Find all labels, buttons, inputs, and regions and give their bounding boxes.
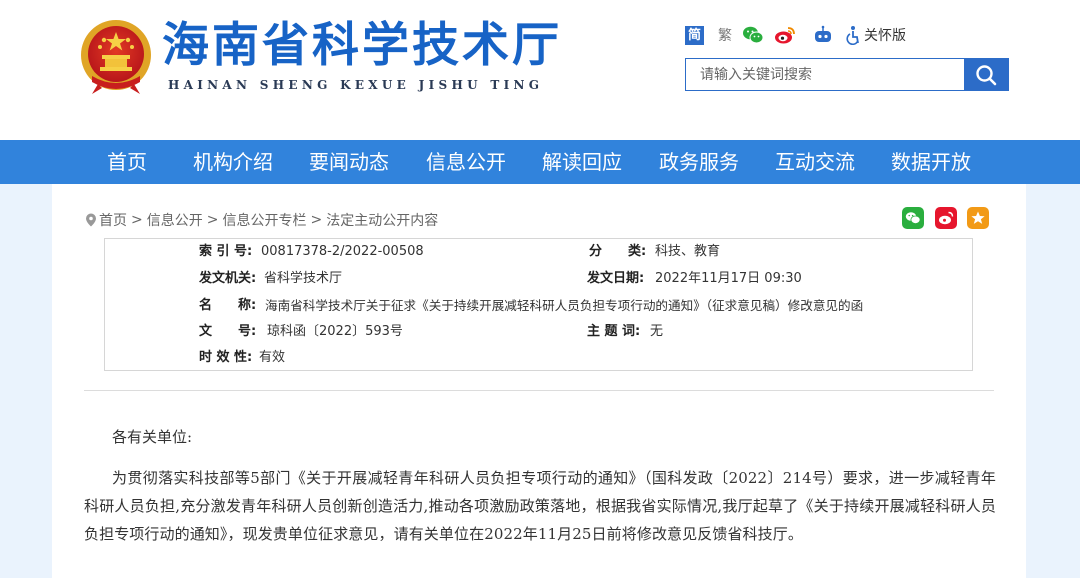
nav-item-open-data[interactable]: 数据开放 (891, 140, 971, 184)
site-header: 海南省科学技术厅 HAINAN SHENG KEXUE JISHU TING 简… (0, 0, 1080, 140)
meta-date-label: 发文日期: (587, 271, 645, 286)
meta-issuer-value: 省科学技术厅 (264, 271, 343, 286)
search-input[interactable] (686, 59, 964, 90)
location-pin-icon (86, 213, 96, 227)
nav-item-interaction[interactable]: 互动交流 (775, 140, 855, 184)
letter-salutation: 各有关单位: (112, 428, 193, 446)
meta-topic-value: 无 (650, 324, 664, 339)
breadcrumb-current[interactable]: 法定主动公开内容 (326, 210, 438, 230)
breadcrumb-home[interactable]: 首页 (99, 210, 127, 230)
content-divider (84, 390, 994, 391)
share-weibo-button[interactable] (935, 207, 957, 229)
main-nav: 首页 机构介绍 要闻动态 信息公开 解读回应 政务服务 互动交流 数据开放 (0, 140, 1080, 184)
breadcrumb-separator: > (131, 212, 143, 228)
nav-item-home[interactable]: 首页 (107, 140, 147, 184)
breadcrumb-info-disclosure[interactable]: 信息公开 (147, 210, 203, 230)
weibo-icon[interactable] (774, 25, 796, 45)
breadcrumb-separator: > (206, 212, 219, 228)
meta-name-value: 海南省科学技术厅关于征求《关于持续开展减轻科研人员负担专项行动的通知》（征求意见… (265, 298, 864, 313)
simplified-chinese-toggle[interactable]: 简 (685, 25, 704, 45)
meta-topic-label: 主 题 词: (587, 324, 641, 339)
national-emblem-icon[interactable] (78, 18, 154, 96)
care-mode-label: 关怀版 (864, 28, 906, 44)
nav-item-news[interactable]: 要闻动态 (309, 140, 389, 184)
site-title[interactable]: 海南省科学技术厅 (162, 18, 562, 74)
search-icon (976, 64, 997, 85)
meta-validity-value: 有效 (259, 350, 286, 365)
robot-icon[interactable] (812, 25, 834, 45)
meta-date-value: 2022年11月17日 09:30 (655, 271, 802, 286)
care-mode-link[interactable]: 关怀版 (844, 25, 906, 45)
wechat-icon[interactable] (742, 25, 764, 45)
letter-paragraph: 为贯彻落实科技部等5部门《关于开展减轻青年科研人员负担专项行动的通知》（国科发政… (84, 469, 996, 543)
nav-item-info-disclosure[interactable]: 信息公开 (426, 140, 506, 184)
header-tools: 简 繁 关怀版 (685, 22, 906, 48)
meta-category-value: 科技、教育 (655, 244, 721, 259)
nav-item-organization[interactable]: 机构介绍 (193, 140, 273, 184)
meta-docno-value: 琼科函〔2022〕593号 (267, 324, 403, 339)
meta-docno-label: 文 号: (199, 324, 257, 339)
meta-issuer-label: 发文机关: (199, 271, 257, 286)
nav-item-interpretation[interactable]: 解读回应 (542, 140, 622, 184)
wechat-icon (905, 212, 921, 224)
breadcrumb-separator: > (310, 212, 323, 228)
accessibility-icon (846, 26, 859, 45)
breadcrumb: 首页 > 信息公开 > 信息公开专栏 > 法定主动公开内容 (85, 210, 438, 230)
meta-validity-label: 时 效 性: (199, 350, 253, 365)
traditional-chinese-toggle[interactable]: 繁 (718, 25, 732, 45)
nav-item-services[interactable]: 政务服务 (659, 140, 739, 184)
favorite-button[interactable] (967, 207, 989, 229)
star-icon (971, 211, 985, 224)
meta-category-label: 分 类: (589, 244, 647, 259)
search-box (685, 58, 1009, 91)
weibo-icon (939, 211, 954, 225)
site-pinyin: HAINAN SHENG KEXUE JISHU TING (168, 78, 544, 92)
meta-index-label: 索 引 号: (199, 244, 253, 259)
search-button[interactable] (964, 59, 1008, 90)
breadcrumb-info-column[interactable]: 信息公开专栏 (222, 210, 306, 230)
share-wechat-button[interactable] (902, 207, 924, 229)
meta-name-label: 名 称: (199, 298, 257, 313)
meta-index-value: 00817378-2/2022-00508 (261, 244, 424, 259)
